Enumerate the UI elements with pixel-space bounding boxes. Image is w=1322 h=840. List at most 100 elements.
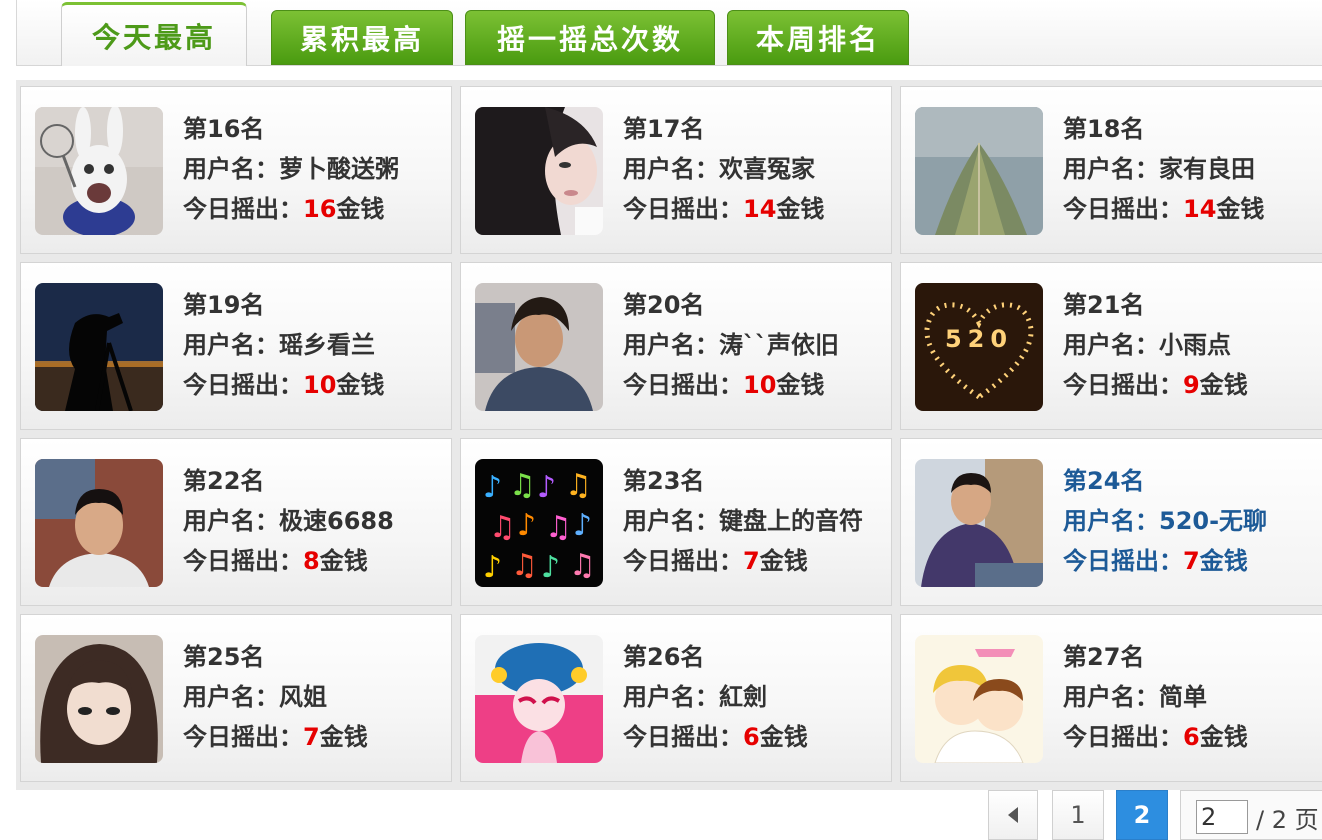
- man-portrait-avatar-image[interactable]: [35, 459, 163, 587]
- earned-amount: 7: [303, 723, 320, 751]
- ranking-info: 第16名 用户名：萝卜酸送粥 今日摇出：16金钱: [183, 109, 399, 229]
- tab-cumulative-highest[interactable]: 累积最高: [271, 10, 453, 65]
- username-link[interactable]: 瑶乡看兰: [279, 331, 375, 359]
- earned-unit: 金钱: [776, 195, 825, 223]
- rank-label: 第19名: [183, 291, 265, 319]
- username-label: 用户名：: [623, 155, 719, 183]
- earned-label: 今日摇出：: [623, 723, 743, 751]
- ranking-info: 第22名 用户名：极速6688 今日摇出：8金钱: [183, 461, 394, 581]
- rank-label: 第16名: [183, 115, 265, 143]
- rank-label: 第18名: [1063, 115, 1145, 143]
- earned-amount: 7: [743, 547, 760, 575]
- ranking-info: 第23名 用户名：键盘上的音符 今日摇出：7金钱: [623, 461, 863, 581]
- ranking-card: 第19名 用户名：瑶乡看兰 今日摇出：10金钱: [20, 262, 452, 430]
- ranking-grid: 第16名 用户名：萝卜酸送粥 今日摇出：16金钱 第17名 用户名：欢喜冤家 今…: [16, 80, 1322, 790]
- cartoon-couple-avatar-image[interactable]: [915, 635, 1043, 763]
- ranking-info: 第21名 用户名：小雨点 今日摇出：9金钱: [1063, 285, 1248, 405]
- photographer-silhouette-avatar-image[interactable]: [35, 283, 163, 411]
- svg-text:♪: ♪: [517, 508, 536, 543]
- username-link[interactable]: 简单: [1159, 683, 1207, 711]
- tab-weekly-ranking[interactable]: 本周排名: [727, 10, 909, 65]
- username-link[interactable]: 紅劍: [719, 683, 767, 711]
- username-link[interactable]: 风姐: [279, 683, 327, 711]
- tab-today-highest[interactable]: 今天最高: [61, 2, 247, 66]
- username-link[interactable]: 极速6688: [279, 507, 394, 535]
- svg-text:♪: ♪: [483, 470, 502, 505]
- ranking-card: 第17名 用户名：欢喜冤家 今日摇出：14金钱: [460, 86, 892, 254]
- ranking-card: ♪ ♫ ♪ ♫ ♫ ♪ ♫ ♪ ♪ ♫ ♪ ♫ 第23名 用户名：键盘上的音符 今日摇出：7…: [460, 438, 892, 606]
- earned-amount: 8: [303, 547, 320, 575]
- chevron-left-icon: [1008, 807, 1018, 823]
- rank-label: 第21名: [1063, 291, 1145, 319]
- ranking-info: 第17名 用户名：欢喜冤家 今日摇出：14金钱: [623, 109, 824, 229]
- earned-amount: 16: [303, 195, 337, 223]
- man-sitting-avatar-image[interactable]: [915, 459, 1043, 587]
- earned-label: 今日摇出：: [623, 195, 743, 223]
- page-jump-input[interactable]: [1196, 800, 1248, 834]
- earned-amount: 10: [303, 371, 337, 399]
- svg-text:♪: ♪: [541, 550, 560, 585]
- rank-label: 第23名: [623, 467, 705, 495]
- svg-text:♪: ♪: [537, 470, 556, 505]
- ranking-info: 第18名 用户名：家有良田 今日摇出：14金钱: [1063, 109, 1264, 229]
- svg-text:♪: ♪: [483, 550, 502, 585]
- pier-avatar-image[interactable]: [915, 107, 1043, 235]
- ranking-card: 第20名 用户名：涛``声依旧 今日摇出：10金钱: [460, 262, 892, 430]
- earned-label: 今日摇出：: [623, 547, 743, 575]
- rank-label: 第20名: [623, 291, 705, 319]
- ranking-card: 第26名 用户名：紅劍 今日摇出：6金钱: [460, 614, 892, 782]
- earned-unit: 金钱: [319, 547, 368, 575]
- ranking-card: 第27名 用户名：简单 今日摇出：6金钱: [900, 614, 1322, 782]
- username-link[interactable]: 520-无聊: [1159, 507, 1267, 535]
- earned-label: 今日摇出：: [183, 371, 303, 399]
- page-total-label: / 2 页: [1256, 806, 1319, 834]
- earned-label: 今日摇出：: [183, 547, 303, 575]
- opera-cartoon-avatar-image[interactable]: [475, 635, 603, 763]
- svg-text:520: 520: [945, 325, 1013, 353]
- earned-label: 今日摇出：: [1063, 195, 1183, 223]
- candle-heart-520-avatar-image[interactable]: 520: [915, 283, 1043, 411]
- ranking-card-hovered: 第24名 用户名：520-无聊 今日摇出：7金钱: [900, 438, 1322, 606]
- earned-label: 今日摇出：: [183, 723, 303, 751]
- ranking-info: 第27名 用户名：简单 今日摇出：6金钱: [1063, 637, 1248, 757]
- earned-label: 今日摇出：: [1063, 723, 1183, 751]
- earned-amount: 9: [1183, 371, 1200, 399]
- svg-text:♫: ♫: [489, 510, 516, 545]
- username-label: 用户名：: [183, 507, 279, 535]
- username-link[interactable]: 键盘上的音符: [719, 507, 863, 535]
- svg-text:♫: ♫: [545, 510, 572, 545]
- earned-label: 今日摇出：: [1063, 547, 1183, 575]
- username-label: 用户名：: [1063, 331, 1159, 359]
- earned-amount: 10: [743, 371, 777, 399]
- earned-label: 今日摇出：: [183, 195, 303, 223]
- username-link[interactable]: 小雨点: [1159, 331, 1231, 359]
- earned-unit: 金钱: [319, 723, 368, 751]
- earned-unit: 金钱: [1216, 195, 1265, 223]
- page-1-button[interactable]: 1: [1052, 790, 1104, 840]
- svg-text:♫: ♫: [511, 548, 538, 583]
- username-label: 用户名：: [1063, 683, 1159, 711]
- earned-amount: 6: [1183, 723, 1200, 751]
- rank-label: 第25名: [183, 643, 265, 671]
- earned-unit: 金钱: [759, 547, 808, 575]
- ranking-info: 第26名 用户名：紅劍 今日摇出：6金钱: [623, 637, 808, 757]
- username-link[interactable]: 涛``声依旧: [719, 331, 839, 359]
- rabbit-avatar-image[interactable]: [35, 107, 163, 235]
- ranking-card: 第18名 用户名：家有良田 今日摇出：14金钱: [900, 86, 1322, 254]
- rank-label: 第24名: [1063, 467, 1145, 495]
- username-label: 用户名：: [183, 683, 279, 711]
- prev-page-button[interactable]: [988, 790, 1038, 840]
- earned-label: 今日摇出：: [1063, 371, 1183, 399]
- username-link[interactable]: 萝卜酸送粥: [279, 155, 399, 183]
- username-link[interactable]: 家有良田: [1159, 155, 1255, 183]
- tab-shake-total-count[interactable]: 摇一摇总次数: [465, 10, 715, 65]
- music-notes-avatar-image[interactable]: ♪ ♫ ♪ ♫ ♫ ♪ ♫ ♪ ♪ ♫ ♪ ♫: [475, 459, 603, 587]
- username-link[interactable]: 欢喜冤家: [719, 155, 815, 183]
- young-man-avatar-image[interactable]: [475, 283, 603, 411]
- ranking-info: 第24名 用户名：520-无聊 今日摇出：7金钱: [1063, 461, 1267, 581]
- earned-label: 今日摇出：: [623, 371, 743, 399]
- anime-girl-avatar-image[interactable]: [35, 635, 163, 763]
- page-2-button-current[interactable]: 2: [1116, 790, 1168, 840]
- girl-avatar-image[interactable]: [475, 107, 603, 235]
- earned-unit: 金钱: [1199, 371, 1248, 399]
